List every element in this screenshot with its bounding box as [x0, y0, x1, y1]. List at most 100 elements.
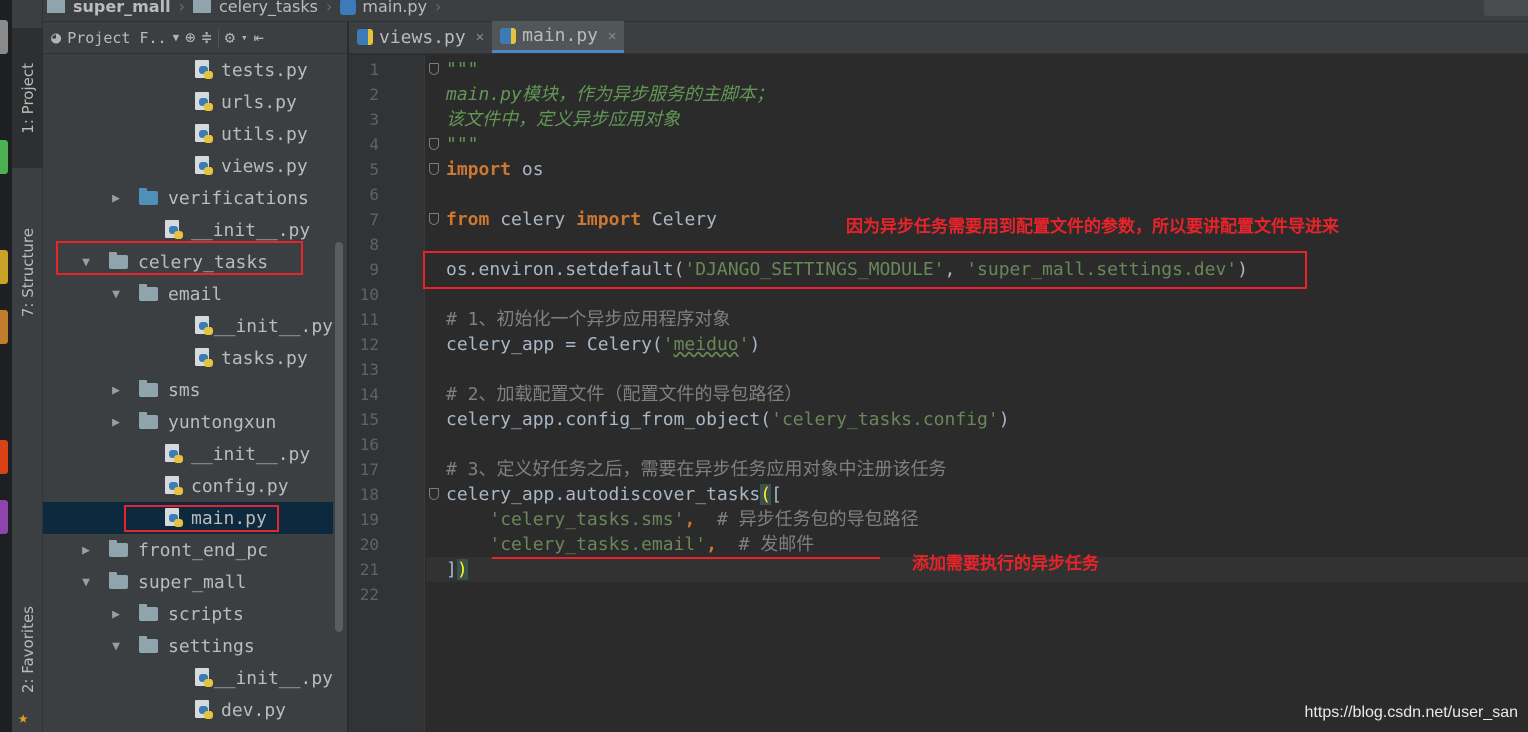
- breadcrumb-separator: ›: [435, 0, 442, 16]
- breadcrumb-file[interactable]: main.py: [336, 0, 431, 18]
- tree-item-label: front_end_pc: [138, 539, 269, 561]
- folder-icon: [192, 0, 211, 13]
- dock-app-icon[interactable]: [0, 500, 8, 534]
- dock-app-icon[interactable]: [0, 440, 8, 474]
- tree-file-item[interactable]: __init__.py: [43, 662, 333, 694]
- python-file-icon: [195, 668, 213, 688]
- code-line: os.environ.setdefault('DJANGO_SETTINGS_M…: [446, 257, 1248, 282]
- breadcrumb-project[interactable]: super_mall: [43, 0, 175, 18]
- project-view-selector[interactable]: Project F..: [67, 29, 166, 47]
- tab-favorites[interactable]: 2: Favorites: [12, 580, 43, 720]
- tree-folder-item[interactable]: ▼ settings: [43, 630, 333, 662]
- code-token: 'celery_tasks.config': [771, 409, 999, 430]
- collapse-all-icon[interactable]: ≑: [201, 28, 211, 48]
- tree-folder-item[interactable]: ▶ verifications: [43, 182, 333, 214]
- chevron-down-icon[interactable]: ▼: [173, 31, 180, 44]
- chevron-right-icon[interactable]: ▶: [109, 383, 123, 398]
- close-icon[interactable]: ✕: [608, 28, 616, 44]
- editor-tab-bar: views.py ✕ main.py ✕: [349, 21, 1528, 54]
- gear-icon[interactable]: ⚙: [225, 28, 235, 48]
- tab-structure-label: 7: Structure: [18, 227, 37, 318]
- folder-icon: [109, 540, 128, 557]
- code-editor[interactable]: 1 2 3 4 5 6 7 8 9 10 11 12 13 14 15 16 17 18 19 20 21 22 """ m…: [349, 55, 1528, 732]
- tree-item-label: super_mall: [138, 571, 247, 593]
- code-token: os.environ.setdefault(: [446, 259, 685, 280]
- chevron-right-icon[interactable]: ▶: [79, 543, 93, 558]
- dock-app-icon[interactable]: [0, 250, 8, 284]
- python-file-icon: [165, 476, 183, 496]
- code-line: 'celery_tasks.email', # 发邮件: [446, 532, 814, 557]
- tree-folder-item[interactable]: ▶ front_end_pc: [43, 534, 333, 566]
- line-number: 8: [369, 235, 379, 254]
- chevron-down-icon[interactable]: ▼: [109, 639, 123, 654]
- tree-file-item[interactable]: views.py: [43, 150, 333, 182]
- tree-folder-item[interactable]: ▶ scripts: [43, 598, 333, 630]
- hide-panel-icon[interactable]: ⇤: [254, 28, 264, 48]
- code-token: """: [446, 134, 479, 155]
- tree-file-item[interactable]: __init__.py: [43, 310, 333, 342]
- tree-file-item[interactable]: dev.py: [43, 694, 333, 726]
- tree-file-item[interactable]: config.py: [43, 470, 333, 502]
- breadcrumb-folder[interactable]: celery_tasks: [189, 0, 322, 18]
- tree-folder-item[interactable]: ▶ yuntongxun: [43, 406, 333, 438]
- tree-item-label: urls.py: [221, 91, 297, 113]
- fold-marker-icon[interactable]: [429, 488, 439, 500]
- scrollbar[interactable]: [335, 242, 343, 632]
- tree-folder-item[interactable]: ▼ celery_tasks: [43, 246, 333, 278]
- chevron-right-icon[interactable]: ▶: [109, 607, 123, 622]
- python-file-icon: [165, 444, 183, 464]
- tree-file-item[interactable]: __init__.py: [43, 214, 333, 246]
- tree-folder-item[interactable]: ▼ email: [43, 278, 333, 310]
- code-token: import: [576, 209, 642, 230]
- tree-folder-item[interactable]: ▼ super_mall: [43, 566, 333, 598]
- tree-file-item[interactable]: tests.py: [43, 54, 333, 86]
- tree-file-item[interactable]: __init__.py: [43, 438, 333, 470]
- locate-icon[interactable]: ⊕: [185, 28, 195, 48]
- tree-item-label: views.py: [221, 155, 308, 177]
- fold-marker-icon[interactable]: [429, 163, 439, 175]
- dock-app-icon[interactable]: [0, 20, 8, 54]
- code-token: ': [662, 334, 674, 355]
- run-config-selector[interactable]: [1484, 0, 1528, 16]
- chevron-right-icon[interactable]: ▶: [109, 191, 123, 206]
- line-number: 4: [369, 135, 379, 154]
- code-token: 'DJANGO_SETTINGS_MODULE': [684, 259, 945, 280]
- editor-tab[interactable]: views.py ✕: [349, 21, 492, 53]
- code-token: ): [1237, 259, 1248, 280]
- chevron-right-icon[interactable]: ▶: [109, 415, 123, 430]
- code-line: celery_app.autodiscover_tasks([: [446, 482, 782, 507]
- tab-project[interactable]: 1: Project: [12, 28, 43, 168]
- editor-tab[interactable]: main.py ✕: [492, 21, 625, 53]
- code-line: celery_app = Celery('meiduo'): [446, 332, 760, 357]
- breadcrumb: super_mall › celery_tasks › main.py ›: [43, 0, 1528, 22]
- python-file-icon: [357, 29, 373, 45]
- line-number: 6: [369, 185, 379, 204]
- fold-marker-icon[interactable]: [429, 138, 439, 150]
- tree-file-item[interactable]: tasks.py: [43, 342, 333, 374]
- chevron-down-icon[interactable]: ▾: [241, 31, 248, 44]
- breadcrumb-separator: ›: [325, 0, 333, 16]
- tab-structure[interactable]: 7: Structure: [12, 195, 43, 350]
- tree-file-item[interactable]: main.py: [43, 502, 333, 534]
- folder-icon: [139, 188, 158, 205]
- code-line: # 1、初始化一个异步应用程序对象: [446, 307, 731, 332]
- fold-marker-icon[interactable]: [429, 213, 439, 225]
- project-panel: ◕ Project F.. ▼ ⊕ ≑ ⚙ ▾ ⇤ tests.py urls.p…: [43, 22, 348, 732]
- chevron-down-icon[interactable]: ▼: [79, 255, 93, 270]
- chevron-down-icon[interactable]: ▼: [79, 575, 93, 590]
- code-token: [: [771, 484, 782, 505]
- fold-marker-icon[interactable]: [429, 63, 439, 75]
- dock-app-icon[interactable]: [0, 140, 8, 174]
- code-token: # 异步任务包的导包路径: [716, 509, 919, 530]
- close-icon[interactable]: ✕: [476, 29, 484, 45]
- tree-file-item[interactable]: urls.py: [43, 86, 333, 118]
- tree-folder-item[interactable]: ▶ sms: [43, 374, 333, 406]
- code-line: 该文件中，定义异步应用对象: [446, 107, 680, 132]
- code-token: celery: [489, 209, 577, 230]
- tree-file-item[interactable]: utils.py: [43, 118, 333, 150]
- chevron-down-icon[interactable]: ▼: [109, 287, 123, 302]
- code-token: # 发邮件: [738, 534, 815, 555]
- dock-app-icon[interactable]: [0, 310, 8, 344]
- watermark: https://blog.csdn.net/user_san: [1304, 704, 1518, 721]
- code-line: # 2、加载配置文件（配置文件的导包路径）: [446, 382, 803, 407]
